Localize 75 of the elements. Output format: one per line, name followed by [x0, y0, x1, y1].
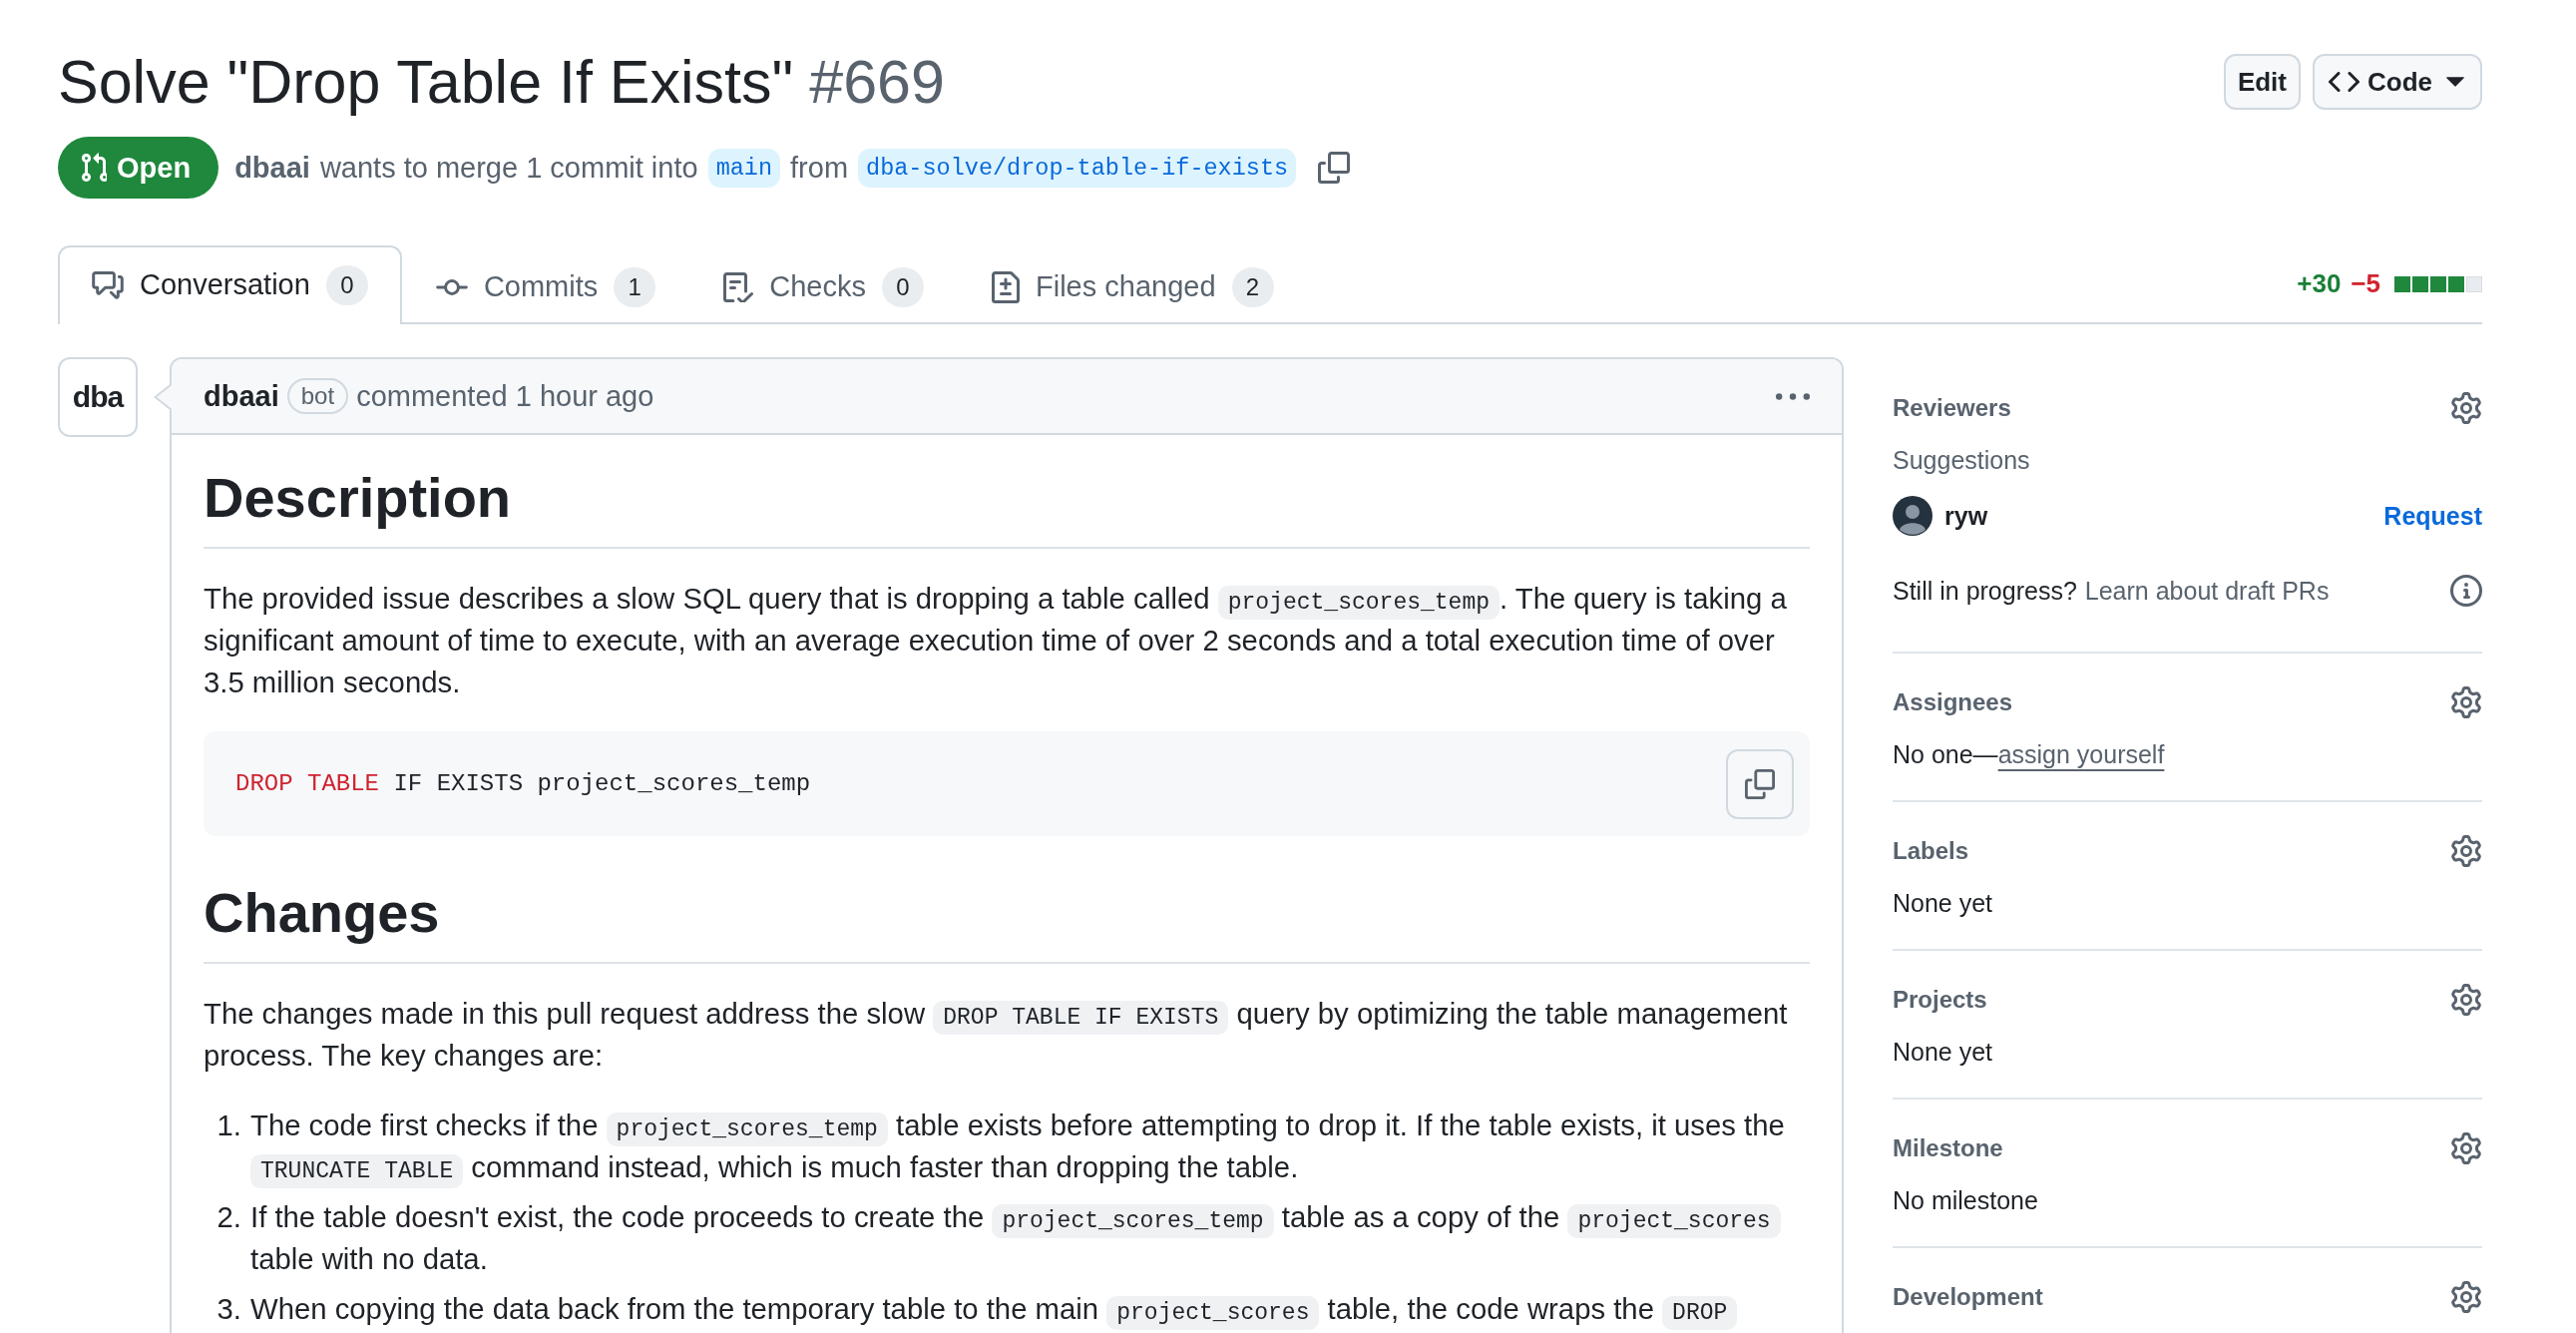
list-number: 3. — [215, 1291, 241, 1327]
reviewer-name[interactable]: ryw — [1944, 501, 1988, 531]
sidebar-value: No milestone — [1893, 1186, 2038, 1214]
copy-icon[interactable] — [1318, 152, 1351, 184]
settings-icon[interactable] — [2450, 835, 2482, 867]
edit-button[interactable]: Edit — [2223, 54, 2301, 110]
avatar-icon — [1893, 496, 1932, 536]
sidebar-heading: Projects — [1893, 986, 1987, 1014]
request-link[interactable]: Request — [2383, 501, 2482, 531]
tab-counter: 0 — [881, 266, 924, 307]
diffstat-square-icon — [2394, 275, 2410, 292]
sidebar-heading: Labels — [1893, 837, 1969, 865]
diffstat-square-icon — [2466, 275, 2482, 292]
caret-icon — [2446, 77, 2464, 87]
bot-avatar: dba — [58, 357, 138, 437]
merge-text: wants to merge 1 commit into — [319, 151, 698, 185]
code-icon — [2329, 72, 2360, 92]
comment-timestamp: commented 1 hour ago — [356, 379, 654, 413]
pr-number: #669 — [809, 47, 945, 118]
author-link[interactable]: dbaai — [234, 151, 310, 185]
checklist-icon — [723, 271, 754, 302]
tab[interactable]: Checks 0 — [689, 247, 958, 324]
code-button[interactable]: Code — [2313, 54, 2482, 110]
list-item-text: When copying the data back from the temporary table to the main project_scores table, the code wraps the DROP — [250, 1288, 1810, 1330]
section-heading: Changes — [204, 878, 1810, 964]
tab-counter: 0 — [325, 264, 368, 305]
sidebar-value: None yet — [1893, 1038, 1993, 1066]
sidebar-heading: Assignees — [1893, 688, 2013, 716]
bot-label: bot — [286, 378, 349, 414]
commit-icon — [435, 278, 468, 295]
additions-count: +30 — [2297, 268, 2342, 299]
settings-icon[interactable] — [2450, 1281, 2482, 1313]
list-number: 2. — [215, 1199, 241, 1235]
draft-prs-link[interactable]: Learn about draft PRs — [2084, 576, 2330, 606]
diffstat-square-icon — [2412, 275, 2428, 292]
state-badge: Open — [58, 137, 219, 199]
paragraph: The changes made in this pull request address the slow DROP TABLE IF EXISTS query by optimizing the table management process. The key changes are: — [204, 996, 1789, 1074]
assign-yourself-link[interactable]: assign yourself — [1997, 740, 2165, 768]
tab[interactable]: Files changed 2 — [957, 247, 1308, 324]
list-item-text: If the table doesn't exist, the code proceeds to create the project_scores_temp table as a copy of the project_scores table with no data. — [250, 1196, 1810, 1280]
sidebar-value: None yet — [1893, 889, 1993, 917]
speech-bubbles-icon — [92, 270, 124, 299]
suggestions-label: Suggestions — [1893, 446, 2030, 474]
pull-request-icon — [82, 153, 107, 183]
sidebar-heading: Reviewers — [1893, 394, 2011, 422]
pr-title: Solve "Drop Table If Exists" — [58, 47, 794, 118]
settings-icon[interactable] — [2450, 686, 2482, 718]
comment-author[interactable]: dbaai — [204, 379, 279, 413]
tab-counter: 1 — [614, 266, 656, 307]
file-diff-icon — [991, 270, 1020, 303]
tab[interactable]: Commits 1 — [401, 247, 690, 324]
list-item-text: The code first checks if the project_scores_temp table exists before attempting to drop it. If the table exists, it uses the TRUNCATE TABLE command instead, which is much faster than dropping the table. — [250, 1105, 1810, 1188]
settings-icon[interactable] — [2450, 984, 2482, 1016]
from-text: from — [790, 151, 849, 185]
head-branch-label[interactable]: dba-solve/drop-table-if-exists — [858, 148, 1297, 188]
ellipsis-icon[interactable] — [1776, 392, 1810, 400]
assignee-empty-text: No one— — [1893, 740, 1998, 768]
sidebar-heading: Development — [1893, 1283, 2043, 1311]
paragraph: The provided issue describes a slow SQL query that is dropping a table called project_scores_temp . The query is taking a significant amount of time to execute, with an average execution time of over 2 seconds and a total execution time of over 3.5 million seconds. — [204, 581, 1788, 700]
copy-button[interactable] — [1726, 748, 1794, 819]
deletions-count: −5 — [2351, 268, 2380, 299]
base-branch-label[interactable]: main — [707, 148, 781, 188]
sidebar-heading: Milestone — [1893, 1134, 2003, 1162]
info-icon[interactable] — [2450, 575, 2482, 607]
settings-icon[interactable] — [2450, 392, 2482, 424]
section-heading: Description — [204, 463, 1810, 549]
tab[interactable]: Conversation 0 — [58, 245, 402, 324]
draft-note-text: Still in progress? — [1893, 576, 2077, 606]
diffstat-square-icon — [2448, 275, 2464, 292]
list-number: 1. — [215, 1108, 241, 1143]
tab-counter: 2 — [1231, 266, 1274, 307]
diffstat-square-icon — [2430, 275, 2446, 292]
settings-icon[interactable] — [2450, 1132, 2482, 1164]
copy-icon — [1745, 768, 1775, 799]
code-line: DROP TABLE IF EXISTS project_scores_temp — [235, 768, 811, 799]
